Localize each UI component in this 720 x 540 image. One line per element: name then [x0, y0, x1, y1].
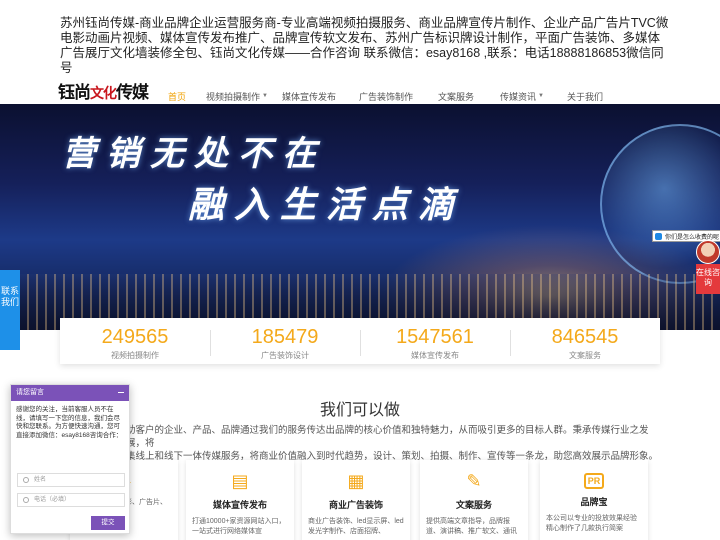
layout-icon: ▦: [347, 471, 365, 491]
banner-slogan-1: 营销无处不在: [62, 134, 326, 174]
chevron-down-icon: ▼: [262, 93, 268, 99]
stat-label: 文案服务: [569, 351, 601, 360]
section-desc-line-1: 助客户的企业、产品、品牌通过我们的服务传达出品牌的核心价值和独特魅力，从而吸引更…: [126, 425, 649, 449]
service-card-brand[interactable]: PR 品牌宝 本公司以专业的投放效果经验精心制作了几款执行简案: [540, 460, 648, 540]
stat-item: 846545 文案服务: [510, 318, 660, 364]
card-title: 文案服务: [455, 500, 492, 510]
name-input[interactable]: 姓名: [17, 473, 125, 487]
service-avatar[interactable]: [696, 240, 720, 264]
message-box: 请您留言 感谢您的关注，当前客服人员不在线，请填写一下您的信息，我们会尽快和您联…: [10, 384, 130, 534]
card-title: 媒体宣传发布: [212, 500, 267, 510]
nav-copywriting[interactable]: 文案服务: [438, 88, 500, 104]
pr-icon: PR: [584, 473, 604, 489]
stat-item: 1547561 媒体宣传发布: [360, 318, 510, 364]
stat-label: 广告装饰设计: [261, 351, 309, 360]
card-desc: 本公司以专业的投放效果经验精心制作了几款执行简案: [546, 515, 637, 532]
phone-input[interactable]: 电话（必填）: [17, 493, 125, 507]
service-card-advert[interactable]: ▦ 商业广告装饰 商业广告装饰、led显示屏、led发光字制作、店面招牌、: [302, 460, 410, 540]
nav-video[interactable]: 视频拍摄制作 ▼: [206, 88, 282, 104]
minimize-icon[interactable]: [118, 392, 124, 393]
stat-value: 249565: [101, 326, 169, 348]
logo-text-3: 传媒: [116, 83, 149, 103]
hero-banner[interactable]: 营销无处不在 融入生活点滴: [0, 104, 720, 330]
message-box-text: 感谢您的关注，当前客服人员不在线，请填写一下您的信息，我们会尽快和您联系。为方便…: [16, 406, 123, 439]
card-title: 品牌宝: [580, 497, 608, 507]
main-nav: 首页 视频拍摄制作 ▼ 媒体宣传发布 广告装饰制作 文案服务 传媒资讯 ▼ 关于我们: [168, 88, 617, 104]
site-description: 苏州钰尚传媒-商业品牌企业运营服务商-专业高端视频拍摄服务、商业品牌宣传片制作、…: [60, 16, 669, 75]
service-card-media[interactable]: ▤ 媒体宣传发布 打通10000+家资源网站入口，一站式进行网络媒体宣: [186, 460, 294, 540]
stat-item: 249565 视频拍摄制作: [60, 318, 210, 364]
banner-slogan-2: 融入生活点滴: [188, 184, 465, 226]
stat-item: 185479 广告装饰设计: [210, 318, 360, 364]
contact-us-tab[interactable]: 联系我们: [0, 270, 20, 350]
card-desc: 提供高端文章指导，品牌报道、演讲稿、推广软文、通讯: [426, 518, 517, 535]
nav-advert[interactable]: 广告装饰制作: [359, 88, 438, 104]
card-desc: 商业广告装饰、led显示屏、led发光字制作、店面招牌、: [308, 518, 404, 535]
stat-label: 媒体宣传发布: [411, 351, 459, 360]
stat-value: 1547561: [396, 326, 474, 348]
nav-news[interactable]: 传媒资讯 ▼: [500, 88, 567, 104]
stats-bar: 249565 视频拍摄制作 185479 广告装饰设计 1547561 媒体宣传…: [60, 318, 660, 364]
stat-value: 846545: [551, 326, 619, 348]
online-service-button[interactable]: 在线咨询: [696, 264, 720, 294]
card-desc: 打通10000+家资源网站入口，一站式进行网络媒体宣: [192, 518, 286, 535]
message-box-header[interactable]: 请您留言: [11, 385, 129, 401]
header: 钰尚文化传媒 首页 视频拍摄制作 ▼ 媒体宣传发布 广告装饰制作 文案服务 传媒资…: [0, 78, 720, 106]
user-icon: [23, 477, 29, 483]
stat-label: 视频拍摄制作: [111, 351, 159, 360]
pencil-icon: ✎: [466, 471, 482, 491]
chevron-down-icon: ▼: [538, 93, 544, 99]
nav-media[interactable]: 媒体宣传发布: [282, 88, 359, 104]
logo-text-1: 钰尚: [58, 83, 91, 103]
nav-about[interactable]: 关于我们: [567, 88, 617, 104]
logo[interactable]: 钰尚文化传媒: [58, 78, 149, 104]
section-description: 助客户的企业、产品、品牌通过我们的服务传达出品牌的核心价值和独特魅力，从而吸引更…: [126, 424, 666, 463]
submit-button[interactable]: 提交: [91, 516, 125, 530]
logo-text-2: 文化: [90, 86, 117, 102]
service-card-copy[interactable]: ✎ 文案服务 提供高端文章指导，品牌报道、演讲稿、推广软文、通讯: [420, 460, 528, 540]
chat-icon: [655, 233, 662, 240]
service-cards: ▶ 业宣传片、微电影、广告片、视频广 ▤ 媒体宣传发布 打通10000+家资源网…: [70, 460, 682, 540]
card-title: 商业广告装饰: [328, 500, 383, 510]
document-icon: ▤: [231, 471, 249, 491]
stat-value: 185479: [251, 326, 319, 348]
nav-home[interactable]: 首页: [168, 88, 206, 104]
phone-icon: [23, 497, 29, 503]
